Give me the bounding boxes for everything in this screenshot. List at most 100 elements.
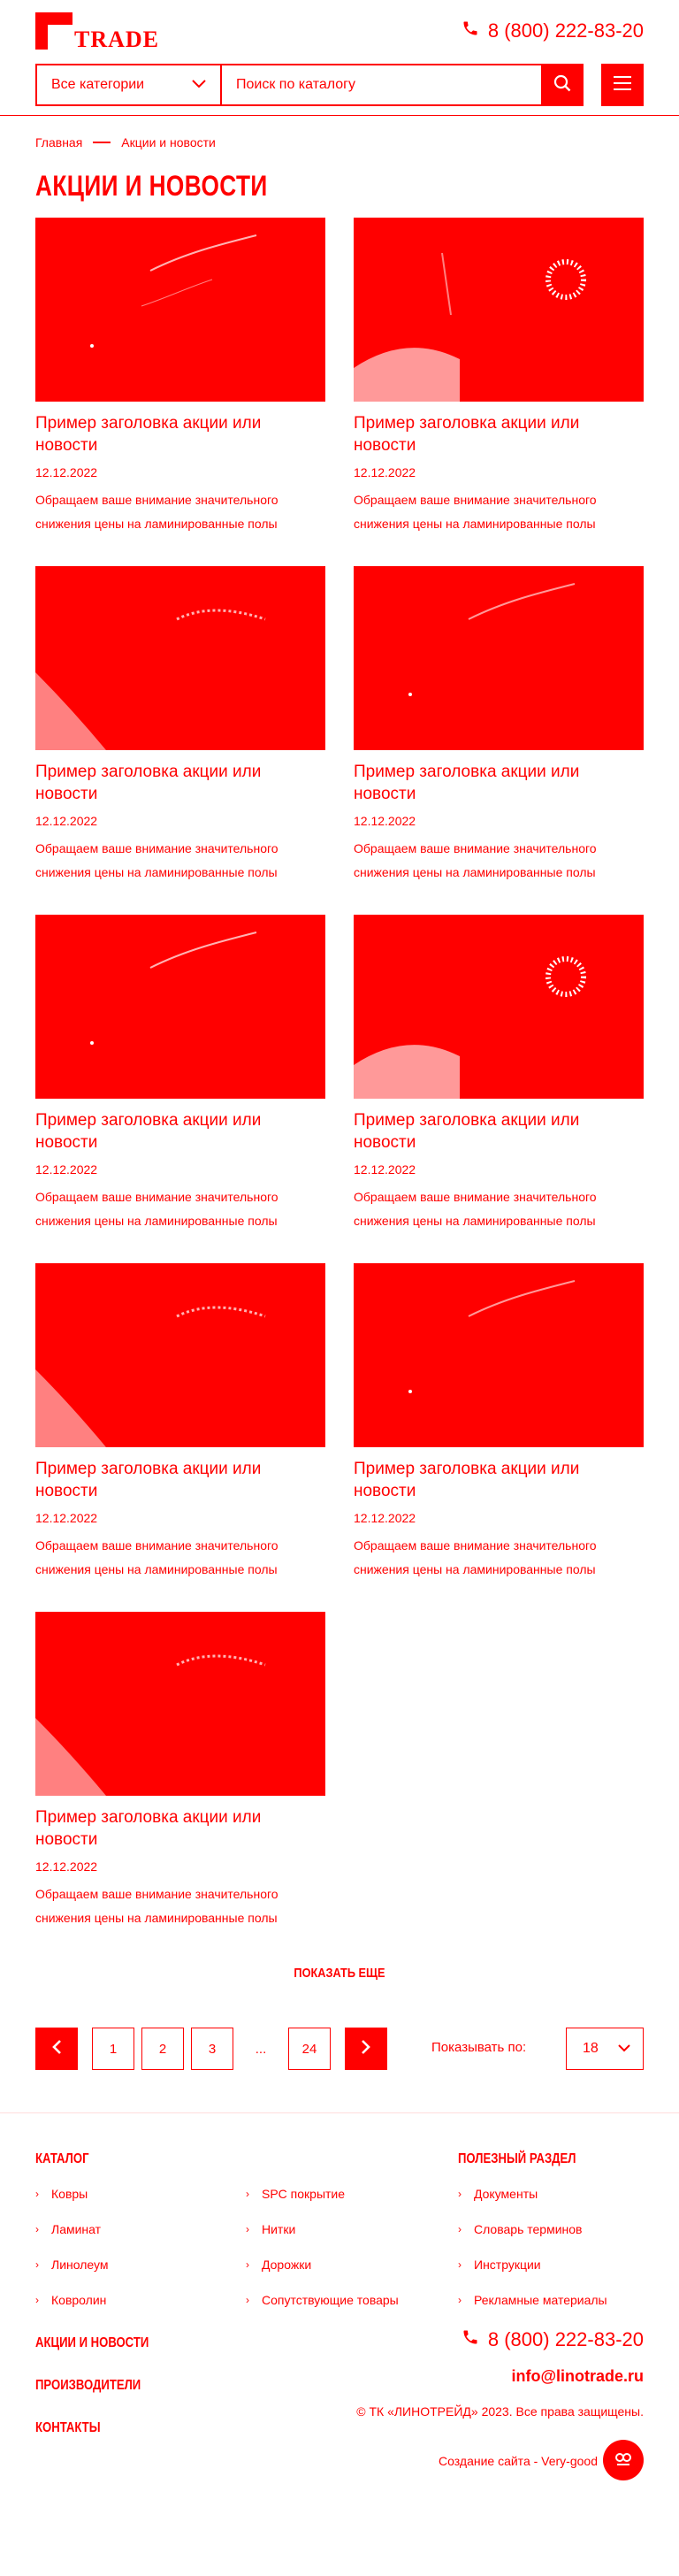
chevron-right-icon: › [35,2188,39,2200]
footer-news-link[interactable]: АКЦИИ И НОВОСТИ [35,2335,149,2351]
breadcrumb-separator [93,142,111,143]
news-card-date: 12.12.2022 [354,814,416,828]
news-card-image[interactable] [354,566,644,750]
news-card[interactable]: Пример заголовка акции или новости 12.12… [354,218,644,536]
page-title: АКЦИИ И НОВОСТИ [35,170,268,202]
news-card-text: Обращаем ваше внимание значительного сни… [35,1538,278,1576]
news-card-title[interactable]: Пример заголовка акции или новости [35,1109,325,1154]
chevron-right-icon: › [35,2223,39,2235]
news-card-title[interactable]: Пример заголовка акции или новости [354,761,644,805]
search-button[interactable] [541,64,584,106]
header-phone[interactable]: 8 (800) 222-83-20 [462,19,644,42]
category-select[interactable]: Все категории [35,64,221,106]
chevron-right-icon: › [458,2188,462,2200]
developer-logo-icon[interactable] [603,2440,644,2480]
show-more-button[interactable]: ПОКАЗАТЬ ЕЩЕ [51,1966,629,1981]
phone-icon [462,19,479,42]
news-card-text: Обращаем ваше внимание значительного сни… [35,493,278,531]
news-card-text: Обращаем ваше внимание значительного сни… [35,1190,278,1228]
chevron-left-icon [51,2039,62,2058]
footer-link[interactable]: › Ковролин [35,2293,106,2307]
news-card-image[interactable] [35,218,325,402]
footer-link[interactable]: › Словарь терминов [458,2222,583,2236]
search-input[interactable] [221,64,541,106]
news-card[interactable]: Пример заголовка акции или новости 12.12… [35,1263,325,1582]
breadcrumb-home[interactable]: Главная [35,135,82,150]
footer-catalog-title[interactable]: КАТАЛОГ [35,2151,89,2167]
news-card[interactable]: Пример заголовка акции или новости 12.12… [35,915,325,1233]
news-card[interactable]: Пример заголовка акции или новости 12.12… [354,566,644,885]
pagination: 1 2 3 ... 24 Показывать по: 18 [35,2028,644,2070]
news-card-text: Обращаем ваше внимание значительного сни… [354,493,597,531]
footer-link[interactable]: › Ламинат [35,2222,101,2236]
news-card-text: Обращаем ваше внимание значительного сни… [354,841,597,879]
chevron-right-icon: › [246,2188,249,2200]
footer-link[interactable]: › Линолеум [35,2258,108,2272]
footer-link[interactable]: › Дорожки [246,2258,311,2272]
header-divider [0,115,679,116]
news-card-image[interactable] [35,1612,325,1796]
page-button[interactable]: 3 [191,2028,233,2070]
news-card-title[interactable]: Пример заголовка акции или новости [354,1458,644,1502]
developer-credit[interactable]: Создание сайта - Very-good [439,2454,598,2468]
search-icon [553,74,571,96]
chevron-right-icon: › [458,2258,462,2271]
news-card-image[interactable] [35,915,325,1099]
page-button[interactable]: 2 [141,2028,184,2070]
news-card-image[interactable] [354,1263,644,1447]
news-card-title[interactable]: Пример заголовка акции или новости [35,761,325,805]
phone-icon [462,2328,479,2351]
footer-useful-title[interactable]: ПОЛЕЗНЫЙ РАЗДЕЛ [458,2151,576,2167]
page-button[interactable]: 1 [92,2028,134,2070]
chevron-right-icon: › [458,2223,462,2235]
footer-link[interactable]: › Инструкции [458,2258,541,2272]
breadcrumb-current: Акции и новости [121,135,216,150]
news-card-title[interactable]: Пример заголовка акции или новости [35,412,325,456]
footer-producers-link[interactable]: ПРОИЗВОДИТЕЛИ [35,2378,141,2394]
news-card-title[interactable]: Пример заголовка акции или новости [35,1458,325,1502]
next-page-button[interactable] [345,2028,387,2070]
site-header: TRADE 8 (800) 222-83-20 Все категории [0,0,679,115]
footer-divider [0,2112,679,2113]
news-card-image[interactable] [354,218,644,402]
news-card-text: Обращаем ваше внимание значительного сни… [354,1190,597,1228]
page-button-last[interactable]: 24 [288,2028,331,2070]
footer-phone[interactable]: 8 (800) 222-83-20 [462,2328,644,2351]
news-card[interactable]: Пример заголовка акции или новости 12.12… [354,1263,644,1582]
chevron-right-icon [361,2039,371,2058]
news-card-text: Обращаем ваше внимание значительного сни… [35,1887,278,1925]
news-card[interactable]: Пример заголовка акции или новости 12.12… [35,566,325,885]
news-card-image[interactable] [354,915,644,1099]
news-card-image[interactable] [35,1263,325,1447]
pagination-ellipsis: ... [255,2041,267,2057]
menu-button[interactable] [601,64,644,106]
news-card-date: 12.12.2022 [35,1859,98,1874]
news-card-date: 12.12.2022 [35,814,98,828]
footer-email[interactable]: info@linotrade.ru [511,2367,644,2386]
news-card-date: 12.12.2022 [35,1162,98,1177]
news-card-text: Обращаем ваше внимание значительного сни… [35,841,278,879]
news-card[interactable]: Пример заголовка акции или новости 12.12… [35,1612,325,1930]
news-card-title[interactable]: Пример заголовка акции или новости [354,1109,644,1154]
news-card[interactable]: Пример заголовка акции или новости 12.12… [354,915,644,1233]
footer-copyright: © ТК «ЛИНОТРЕЙД» 2023. Все права защищен… [356,2404,644,2419]
per-page-select[interactable]: 18 [566,2028,644,2070]
footer-link[interactable]: › Рекламные материалы [458,2293,607,2307]
news-card-title[interactable]: Пример заголовка акции или новости [354,412,644,456]
chevron-right-icon: › [35,2258,39,2271]
footer-link[interactable]: › Нитки [246,2222,295,2236]
footer-link[interactable]: › Документы [458,2187,538,2201]
chevron-right-icon: › [246,2294,249,2306]
prev-page-button[interactable] [35,2028,78,2070]
footer-link[interactable]: › Ковры [35,2187,88,2201]
news-card[interactable]: Пример заголовка акции или новости 12.12… [35,218,325,536]
footer-contacts-link[interactable]: КОНТАКТЫ [35,2420,101,2436]
logo[interactable]: TRADE [35,12,158,52]
footer-link[interactable]: › Сопутствующие товары [246,2293,399,2307]
news-card-date: 12.12.2022 [354,465,416,479]
news-card-date: 12.12.2022 [35,465,98,479]
footer-link[interactable]: › SPC покрытие [246,2187,345,2201]
news-card-image[interactable] [35,566,325,750]
news-card-date: 12.12.2022 [35,1511,98,1525]
news-card-title[interactable]: Пример заголовка акции или новости [35,1806,325,1851]
